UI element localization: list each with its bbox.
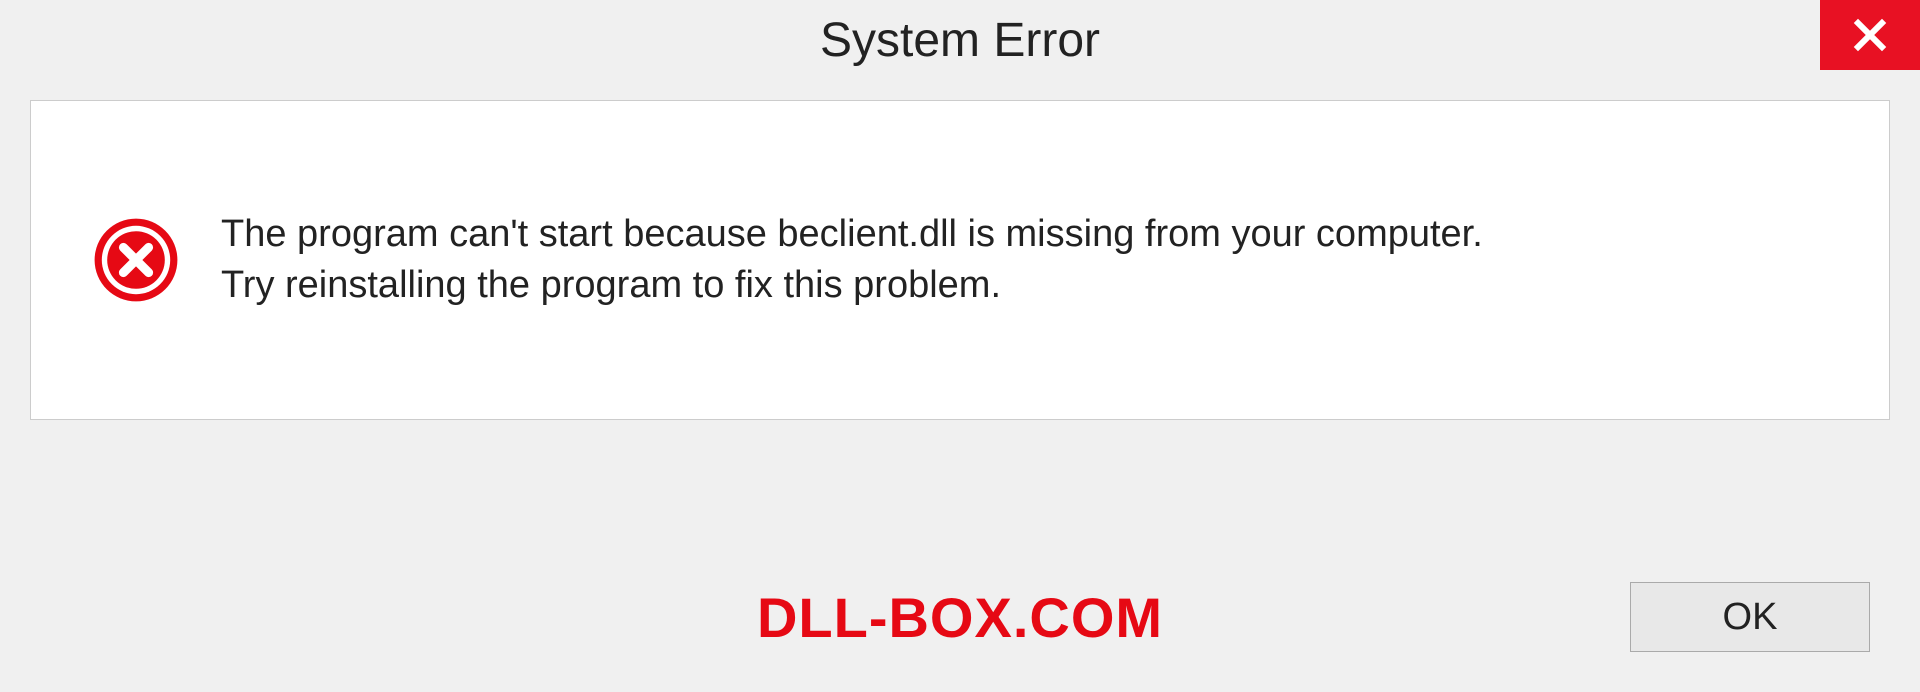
error-message-line1: The program can't start because beclient… [221, 209, 1483, 260]
message-panel: The program can't start because beclient… [30, 100, 1890, 420]
dialog-footer: DLL-BOX.COM OK [0, 582, 1920, 652]
ok-button[interactable]: OK [1630, 582, 1870, 652]
error-icon [91, 215, 181, 305]
titlebar: System Error [0, 0, 1920, 80]
error-message-line2: Try reinstalling the program to fix this… [221, 260, 1483, 311]
error-message: The program can't start because beclient… [221, 209, 1483, 312]
dialog-title: System Error [820, 13, 1100, 68]
system-error-dialog: System Error The program can't start bec… [0, 0, 1920, 692]
close-icon [1852, 17, 1888, 53]
watermark-text: DLL-BOX.COM [757, 585, 1163, 650]
close-button[interactable] [1820, 0, 1920, 70]
